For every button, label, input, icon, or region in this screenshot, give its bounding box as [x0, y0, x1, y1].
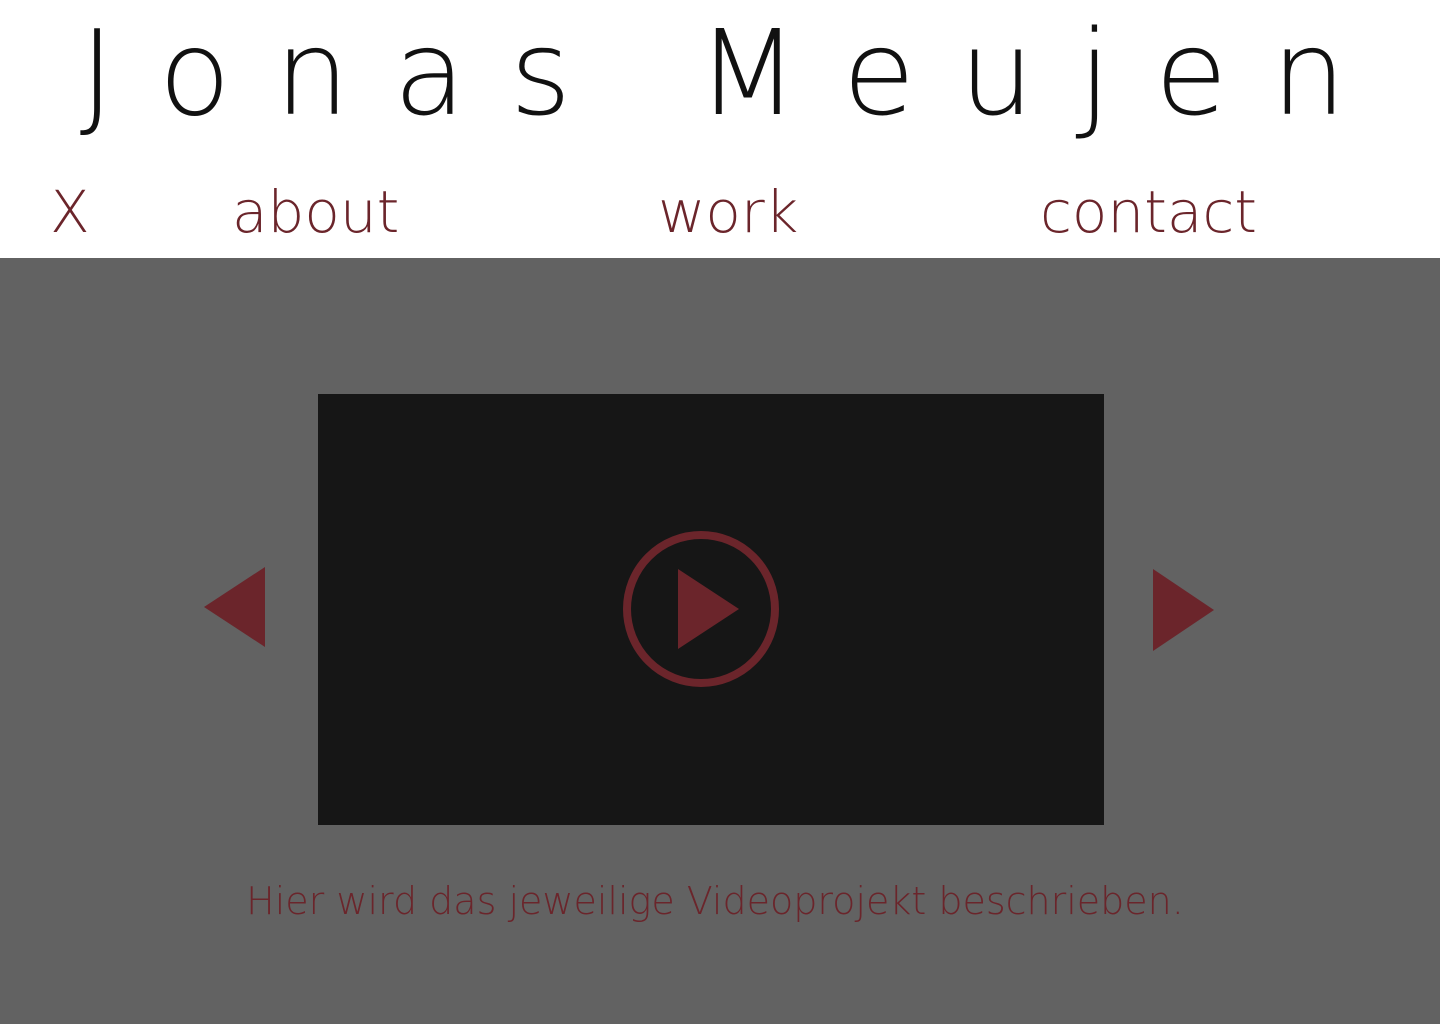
nav-link-work[interactable]: work: [658, 176, 798, 248]
play-icon: [623, 531, 779, 687]
next-project-button[interactable]: [1151, 569, 1215, 651]
site-header: Jonas Meujen X about work contact: [0, 0, 1440, 258]
nav-link-about[interactable]: about: [232, 176, 399, 248]
play-button[interactable]: [620, 527, 782, 691]
video-player[interactable]: [318, 394, 1104, 825]
arrow-left-icon: [204, 567, 265, 647]
work-showcase: Hier wird das jeweilige Videoprojekt bes…: [0, 258, 1440, 1024]
previous-project-button[interactable]: [203, 567, 267, 647]
close-menu-button[interactable]: X: [50, 176, 90, 248]
nav-link-contact[interactable]: contact: [1040, 176, 1257, 248]
project-description: Hier wird das jeweilige Videoprojekt bes…: [246, 879, 1184, 923]
site-title: Jonas Meujen: [79, 4, 1391, 142]
arrow-right-icon: [1153, 569, 1214, 651]
